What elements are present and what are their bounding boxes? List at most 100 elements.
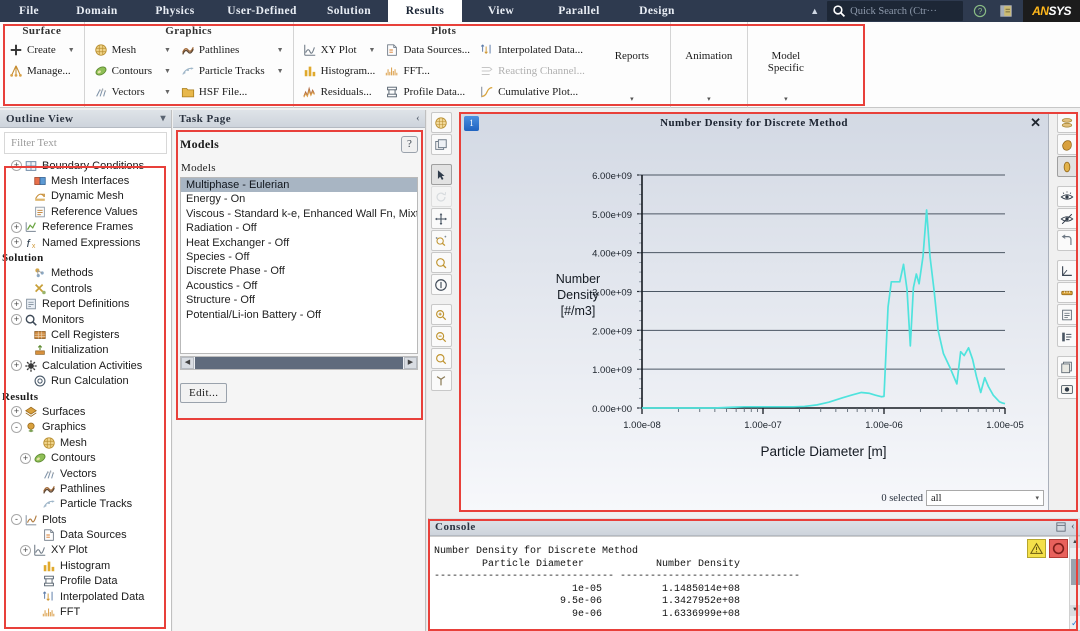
probe-info-icon[interactable]	[430, 274, 452, 295]
tree-expander[interactable]: -	[11, 514, 22, 526]
tree-node-mesh-interfaces[interactable]: Mesh Interfaces	[0, 173, 171, 188]
model-list-item[interactable]: Discrete Phase - Off	[181, 264, 417, 278]
tree-node-profile-data[interactable]: Profile Data	[0, 574, 171, 589]
model-list-item[interactable]: Acoustics - Off	[181, 279, 417, 293]
ribbon-button-create[interactable]: Create ▼	[7, 39, 77, 60]
ribbon-big-button-animation[interactable]: Animation ▾	[675, 24, 743, 106]
ribbon-big-button-model-specific[interactable]: Model Specific ▾	[752, 24, 820, 106]
tree-node-fft[interactable]: FFT	[0, 604, 171, 619]
axes-icon[interactable]	[1056, 260, 1078, 281]
zoom-to-fit-icon[interactable]	[430, 252, 452, 273]
copy-image-icon[interactable]	[1056, 356, 1078, 377]
edit-button[interactable]: Edit...	[180, 383, 228, 403]
scroll-thumb[interactable]	[195, 357, 403, 369]
tree-node-xy-plot[interactable]: + XY Plot	[0, 543, 171, 558]
chevron-down-icon[interactable]: ▼	[361, 46, 376, 54]
zoom-out-icon[interactable]	[430, 326, 452, 347]
ribbon-button-interpolated-data[interactable]: Interpolated Data...	[478, 39, 587, 60]
menu-tab-physics[interactable]: Physics	[136, 0, 214, 22]
surface-select-combo[interactable]: all ▾	[926, 490, 1044, 506]
pointer-select-icon[interactable]	[430, 164, 452, 185]
chevron-down-icon[interactable]: ▼	[156, 67, 171, 75]
ribbon-button-manage[interactable]: Manage...	[7, 60, 77, 81]
visibility-off-icon[interactable]	[1056, 208, 1078, 229]
tree-node-pathlines[interactable]: Pathlines	[0, 481, 171, 496]
tree-node-cell-registers[interactable]: Cell Registers	[0, 327, 171, 342]
chevron-down-icon[interactable]: ▾	[630, 95, 634, 104]
chevron-down-icon[interactable]: ▼	[269, 67, 284, 75]
restore-icon[interactable]	[1056, 521, 1066, 532]
menu-tab-view[interactable]: View	[462, 0, 540, 22]
tree-node-boundary-conditions[interactable]: + Boundary Conditions	[0, 158, 171, 173]
menu-tab-file[interactable]: File	[0, 0, 58, 22]
tree-expander[interactable]: +	[20, 544, 31, 556]
ribbon-button-pathlines[interactable]: Pathlines ▼	[179, 39, 286, 60]
filter-text-input[interactable]: Filter Text	[4, 132, 167, 154]
task-page-collapse-icon[interactable]: ‹	[416, 110, 425, 128]
view-side-icon[interactable]	[1056, 156, 1078, 177]
layout-panel-icon[interactable]	[999, 4, 1013, 18]
axes-triad-icon[interactable]	[430, 370, 452, 391]
models-listbox[interactable]: Multiphase - Eulerian Energy - On Viscous …	[180, 177, 418, 354]
model-list-item[interactable]: Viscous - Standard k-e, Enhanced Wall Fn…	[181, 207, 417, 221]
visibility-on-icon[interactable]	[1056, 186, 1078, 207]
menu-tab-design[interactable]: Design	[618, 0, 696, 22]
tree-node-contours[interactable]: + Contours	[0, 450, 171, 465]
ribbon-button-data-sources[interactable]: Data Sources...	[383, 39, 472, 60]
zoom-field-icon[interactable]	[430, 230, 452, 251]
menu-tab-parallel[interactable]: Parallel	[540, 0, 618, 22]
tree-node-graphics[interactable]: - Graphics	[0, 420, 171, 435]
chevron-down-icon[interactable]: ▾	[707, 95, 711, 104]
ribbon-button-particle-tracks[interactable]: Particle Tracks ▼	[179, 60, 286, 81]
undo-view-icon[interactable]	[1056, 230, 1078, 251]
tree-expander[interactable]: +	[11, 221, 22, 233]
zoom-in-icon[interactable]	[430, 304, 452, 325]
chevron-down-icon[interactable]: ▼	[269, 46, 284, 54]
models-horizontal-scrollbar[interactable]: ◀ ▶	[180, 356, 418, 370]
scroll-right-button[interactable]: ▶	[404, 357, 417, 369]
tree-node-results[interactable]: Results	[0, 389, 171, 404]
console-scroll-down[interactable]: ▼	[1070, 605, 1080, 616]
ribbon-big-button-reports[interactable]: Reports ▾	[598, 24, 666, 106]
tree-node-run-calculation[interactable]: Run Calculation	[0, 373, 171, 388]
model-list-item[interactable]: Heat Exchanger - Off	[181, 236, 417, 250]
model-list-item[interactable]: Structure - Off	[181, 293, 417, 307]
tree-expander[interactable]: -	[11, 421, 22, 433]
view-isometric-icon[interactable]	[1056, 112, 1078, 133]
tree-node-named-expressions[interactable]: + f x Named Expressions	[0, 235, 171, 250]
model-list-item[interactable]: Radiation - Off	[181, 221, 417, 235]
tree-expander[interactable]: +	[11, 406, 22, 418]
tree-node-mesh[interactable]: Mesh	[0, 435, 171, 450]
tree-node-data-sources[interactable]: Data Sources	[0, 527, 171, 542]
tree-node-solution[interactable]: Solution	[0, 250, 171, 265]
scroll-left-button[interactable]: ◀	[181, 357, 194, 369]
close-icon[interactable]: ✕	[1030, 116, 1041, 130]
stop-icon[interactable]	[1049, 539, 1068, 558]
ribbon-button-fft[interactable]: FFT...	[383, 60, 472, 81]
quick-search-box[interactable]: Quick Search (Ctr···	[827, 1, 964, 21]
tree-node-plots[interactable]: - Plots	[0, 512, 171, 527]
model-list-item[interactable]: Species - Off	[181, 250, 417, 264]
tree-node-interpolated-data[interactable]: Interpolated Data	[0, 589, 171, 604]
ruler-icon[interactable]	[1056, 282, 1078, 303]
tree-node-reference-values[interactable]: Reference Values	[0, 204, 171, 219]
model-list-item[interactable]: Multiphase - Eulerian	[181, 178, 417, 193]
tree-node-calculation-activities[interactable]: + Calculation Activities	[0, 358, 171, 373]
tree-expander[interactable]: +	[11, 160, 22, 172]
zoom-reset-icon[interactable]	[430, 348, 452, 369]
tree-node-vectors[interactable]: Vectors	[0, 466, 171, 481]
ribbon-button-contours[interactable]: Contours ▼	[92, 60, 173, 81]
chevron-down-icon[interactable]: ▼	[60, 46, 75, 54]
help-circle-icon[interactable]: ?	[973, 4, 987, 18]
mesh-display-icon[interactable]	[430, 112, 452, 133]
ribbon-button-vectors[interactable]: Vectors ▼	[92, 81, 173, 102]
pan-view-icon[interactable]	[430, 208, 452, 229]
console-collapse-icon[interactable]: ‹	[1071, 518, 1075, 536]
tree-expander[interactable]: +	[11, 314, 22, 326]
tree-node-methods[interactable]: Methods	[0, 266, 171, 281]
menu-tab-results[interactable]: Results	[388, 0, 462, 22]
help-button[interactable]: ?	[401, 136, 418, 153]
view-front-icon[interactable]	[1056, 134, 1078, 155]
ribbon-button-profile-data[interactable]: Profile Data...	[383, 81, 472, 102]
legend-icon[interactable]	[1056, 304, 1078, 325]
